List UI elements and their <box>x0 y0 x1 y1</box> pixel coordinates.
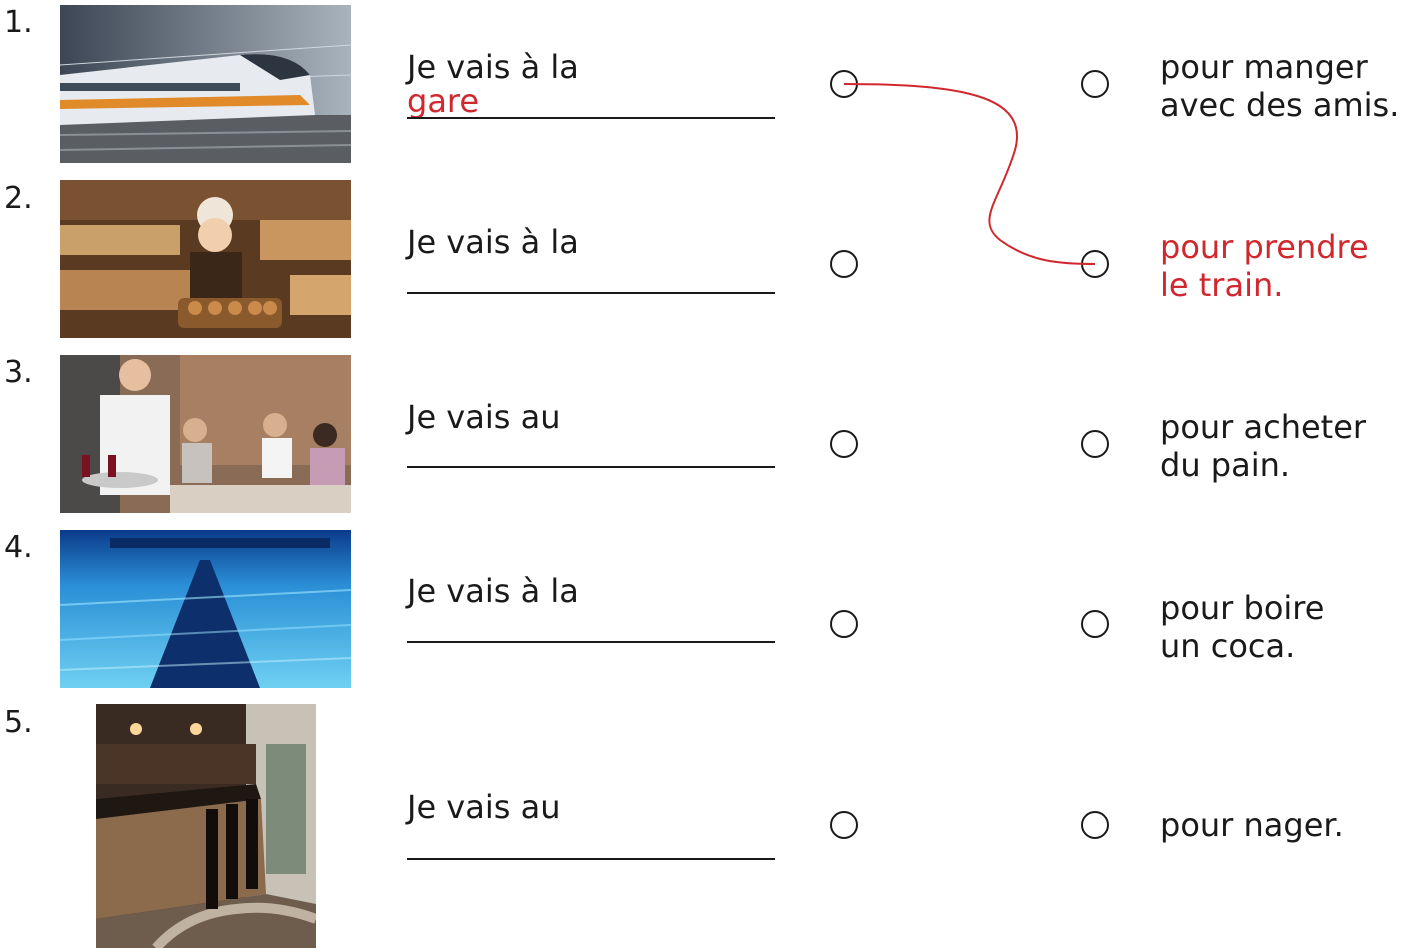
item-number-2: 2. <box>4 181 33 216</box>
left-dot-4[interactable] <box>830 610 858 638</box>
prompt-4: Je vais à la <box>407 574 787 608</box>
answer-line-1[interactable] <box>407 117 775 119</box>
prompt-1-text: Je vais à la <box>407 48 579 86</box>
answer-line-5[interactable] <box>407 858 775 860</box>
choice-5-line1: pour nager. <box>1160 806 1344 844</box>
restaurant-photo <box>60 355 351 513</box>
choice-5: pour nager. <box>1160 806 1410 844</box>
prompt-3: Je vais au <box>407 400 787 434</box>
train-photo <box>60 5 351 163</box>
choice-3-line2: du pain. <box>1160 446 1291 484</box>
left-dot-3[interactable] <box>830 430 858 458</box>
choice-1-line2: avec des amis. <box>1160 86 1400 124</box>
choice-1-line1: pour manger <box>1160 48 1368 86</box>
item-number-1: 1. <box>4 5 33 40</box>
answer-line-3[interactable] <box>407 466 775 468</box>
choice-3: pour acheter du pain. <box>1160 408 1410 484</box>
answer-line-4[interactable] <box>407 641 775 643</box>
choice-4: pour boire un coca. <box>1160 589 1410 665</box>
prompt-5: Je vais au <box>407 790 787 824</box>
left-dot-5[interactable] <box>830 811 858 839</box>
prompt-3-text: Je vais au <box>407 398 561 436</box>
prompt-5-text: Je vais au <box>407 788 561 826</box>
choice-2: pour prendre le train. <box>1160 228 1410 304</box>
pool-photo <box>60 530 351 688</box>
bar-photo <box>96 704 316 948</box>
prompt-4-text: Je vais à la <box>407 572 579 610</box>
answer-line-2[interactable] <box>407 292 775 294</box>
right-dot-1[interactable] <box>1081 70 1109 98</box>
choice-3-line1: pour acheter <box>1160 408 1367 446</box>
choice-2-line1: pour prendre <box>1160 228 1369 266</box>
prompt-2: Je vais à la <box>407 225 787 259</box>
right-dot-3[interactable] <box>1081 430 1109 458</box>
answer-1[interactable]: gare <box>407 84 787 118</box>
right-dot-5[interactable] <box>1081 811 1109 839</box>
choice-4-line2: un coca. <box>1160 627 1296 665</box>
item-number-3: 3. <box>4 355 33 390</box>
item-number-5: 5. <box>4 705 33 740</box>
prompt-2-text: Je vais à la <box>407 223 579 261</box>
choice-2-line2: le train. <box>1160 266 1284 304</box>
left-dot-1[interactable] <box>830 70 858 98</box>
right-dot-4[interactable] <box>1081 610 1109 638</box>
left-dot-2[interactable] <box>830 250 858 278</box>
choice-4-line1: pour boire <box>1160 589 1325 627</box>
right-dot-2[interactable] <box>1081 250 1109 278</box>
bakery-photo <box>60 180 351 338</box>
prompt-1: Je vais à la gare <box>407 50 787 118</box>
item-number-4: 4. <box>4 530 33 565</box>
choice-1: pour manger avec des amis. <box>1160 48 1410 124</box>
